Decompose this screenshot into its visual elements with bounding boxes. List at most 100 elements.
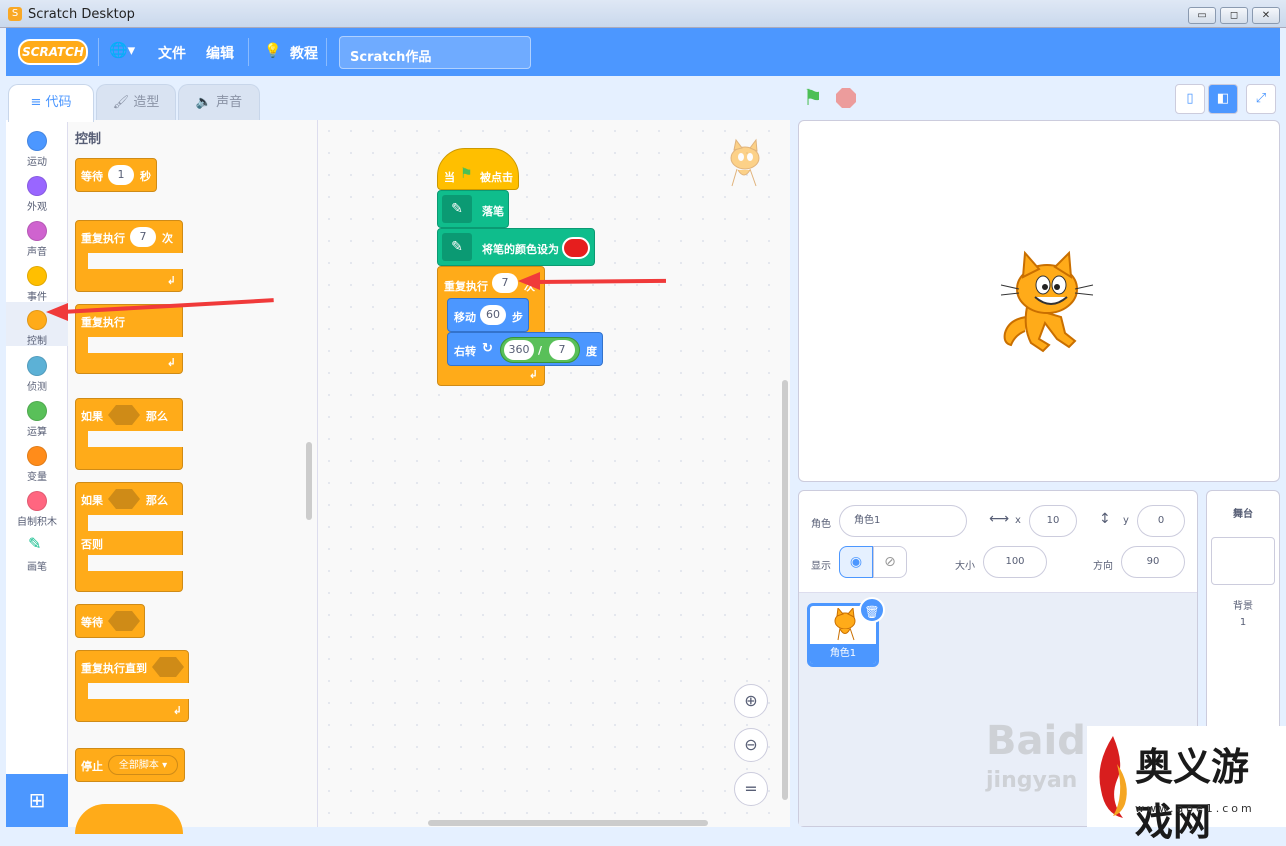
hide-sprite-eye-slash-icon[interactable]: ⊘ — [873, 546, 907, 578]
condition-slot[interactable] — [108, 489, 140, 509]
stage-canvas[interactable] — [798, 120, 1280, 482]
category-operators[interactable]: 运算 — [6, 395, 68, 439]
stop-button[interactable] — [836, 88, 856, 108]
zoom-in-button[interactable]: ⊕ — [734, 684, 768, 718]
category-events[interactable]: 事件 — [6, 260, 68, 304]
script-pen-down[interactable]: ✎ 落笔 — [437, 190, 509, 228]
block-if-else[interactable]: 如果 那么 否则 — [75, 482, 184, 592]
category-menu: 运动 外观 声音 事件 控制 侦测 运算 变量 自制积木 ✎ 画笔 — [6, 120, 68, 827]
c-slot — [88, 431, 184, 447]
workspace-vertical-scrollbar[interactable] — [782, 380, 788, 800]
window-titlebar: S Scratch Desktop ▭ ◻ ✕ — [0, 0, 1286, 28]
wait-seconds-input[interactable]: 1 — [108, 165, 134, 185]
looks-dot-icon — [27, 176, 47, 196]
code-workspace[interactable]: 当 ⚑ 被点击 ✎ 落笔 ✎ 将笔的颜色设为 重复执行 7 次 ↲ 移动 60 … — [318, 120, 790, 827]
block-forever[interactable]: 重复执行 ↲ — [75, 304, 184, 374]
project-title-input[interactable]: Scratch作品 — [339, 36, 531, 69]
block-stop[interactable]: 停止 全部脚本 ▾ — [75, 748, 185, 782]
backdrop-count: 1 — [1239, 617, 1247, 628]
annotation-arrow-head — [518, 272, 540, 290]
close-button[interactable]: ✕ — [1252, 7, 1280, 24]
tab-sounds[interactable]: 🔈 声音 — [178, 84, 260, 122]
y-position-input[interactable]: 0 — [1137, 505, 1185, 537]
condition-slot[interactable] — [108, 405, 140, 425]
tab-code[interactable]: ≡ 代码 — [8, 84, 94, 122]
condition-slot[interactable] — [152, 657, 184, 677]
edit-menu[interactable]: 编辑 — [206, 43, 234, 63]
category-my-blocks[interactable]: 自制积木 — [6, 485, 68, 529]
size-input[interactable]: 100 — [983, 546, 1047, 578]
normal-stage-button[interactable]: ◧ — [1208, 84, 1238, 114]
show-sprite-eye-icon[interactable]: ◉ — [839, 546, 873, 578]
block-wait-until[interactable]: 等待 — [75, 604, 145, 638]
category-pen[interactable]: ✎ 画笔 — [6, 530, 68, 574]
maximize-button[interactable]: ◻ — [1220, 7, 1248, 24]
delete-sprite-trash-icon[interactable]: 🗑 — [859, 597, 885, 623]
cat-sprite[interactable] — [997, 247, 1099, 353]
zoom-out-button[interactable]: ⊖ — [734, 728, 768, 762]
category-sound[interactable]: 声音 — [6, 215, 68, 259]
c-slot — [88, 555, 184, 571]
control-dot-icon — [27, 310, 47, 330]
divide-operator[interactable]: 360 / 7 — [500, 337, 580, 363]
tutorials-menu[interactable]: 教程 — [290, 43, 318, 63]
block-wait[interactable]: 等待 1 秒 — [75, 158, 157, 192]
fullscreen-button[interactable]: ⤢ — [1246, 84, 1276, 114]
stop-option-dropdown[interactable]: 全部脚本 ▾ — [108, 755, 178, 775]
speaker-icon: 🔈 — [195, 95, 217, 110]
events-dot-icon — [27, 266, 47, 286]
file-menu[interactable]: 文件 — [158, 43, 186, 63]
sprite-watermark-cat-icon — [730, 138, 760, 187]
sprite-thumbnail-name: 角色1 — [810, 644, 876, 664]
site-logo-text: 奥义游戏网 — [1135, 744, 1250, 844]
pen-color-swatch[interactable] — [562, 237, 590, 259]
site-logo-corner: 奥义游戏网 www.aoe1.com — [1087, 726, 1286, 844]
loop-arrow-icon: ↲ — [172, 704, 182, 717]
block-repeat-until[interactable]: 重复执行直到 ↲ — [75, 650, 190, 722]
workspace-horizontal-scrollbar[interactable] — [428, 820, 708, 826]
block-hat-partial[interactable] — [75, 804, 183, 834]
small-stage-button[interactable]: ▯ — [1175, 84, 1205, 114]
condition-slot[interactable] — [108, 611, 140, 631]
tab-costumes[interactable]: 🖌 造型 — [96, 84, 176, 122]
script-set-pen-color[interactable]: ✎ 将笔的颜色设为 — [437, 228, 595, 266]
category-motion[interactable]: 运动 — [6, 125, 68, 169]
script-move-steps[interactable]: 移动 60 步 — [447, 298, 529, 332]
scratch-logo[interactable]: SCRATCH — [18, 39, 88, 65]
move-steps-input[interactable]: 60 — [480, 305, 506, 325]
x-position-input[interactable]: 10 — [1029, 505, 1077, 537]
menu-bar: SCRATCH 🌐▾ 文件 编辑 💡 教程 Scratch作品 — [6, 28, 1280, 76]
rotate-right-icon: ↻ — [482, 341, 493, 356]
app-icon: S — [8, 7, 22, 21]
dividend-input[interactable]: 360 — [504, 340, 534, 360]
language-globe-icon[interactable]: 🌐▾ — [109, 41, 135, 59]
motion-dot-icon — [27, 131, 47, 151]
add-extension-button[interactable]: ⊞ — [6, 774, 68, 827]
block-palette: 控制 等待 1 秒 重复执行 7 次 ↲ 重复执行 ↲ 如果 那么 如果 那么 … — [68, 120, 318, 834]
repeat-count-input[interactable]: 7 — [130, 227, 156, 247]
jingyan-watermark: jingyan — [986, 768, 1078, 793]
green-flag-button[interactable]: ⚑ — [803, 86, 823, 111]
c-slot — [88, 253, 184, 269]
block-repeat[interactable]: 重复执行 7 次 ↲ — [75, 220, 184, 292]
variables-dot-icon — [27, 446, 47, 466]
script-turn-right[interactable]: 右转 ↻ 360 / 7 度 — [447, 332, 603, 366]
sprite-name-input[interactable]: 角色1 — [839, 505, 967, 537]
direction-input[interactable]: 90 — [1121, 546, 1185, 578]
category-sensing[interactable]: 侦测 — [6, 350, 68, 394]
script-when-flag-clicked[interactable]: 当 ⚑ 被点击 — [437, 148, 519, 190]
category-looks[interactable]: 外观 — [6, 170, 68, 214]
backdrop-thumbnail[interactable] — [1211, 537, 1275, 585]
divisor-input[interactable]: 7 — [549, 340, 575, 360]
code-icon: ≡ — [30, 95, 46, 110]
x-arrows-icon: ⟷ — [989, 511, 1010, 527]
zoom-reset-button[interactable]: = — [734, 772, 768, 806]
category-variables[interactable]: 变量 — [6, 440, 68, 484]
loop-arrow-icon: ↲ — [166, 274, 176, 287]
minimize-button[interactable]: ▭ — [1188, 7, 1216, 24]
palette-scrollbar[interactable] — [306, 442, 312, 520]
pen-icon: ✎ — [28, 534, 42, 553]
block-if-then[interactable]: 如果 那么 — [75, 398, 184, 470]
brush-icon: 🖌 — [112, 95, 134, 110]
repeat-count-input[interactable]: 7 — [492, 273, 518, 293]
